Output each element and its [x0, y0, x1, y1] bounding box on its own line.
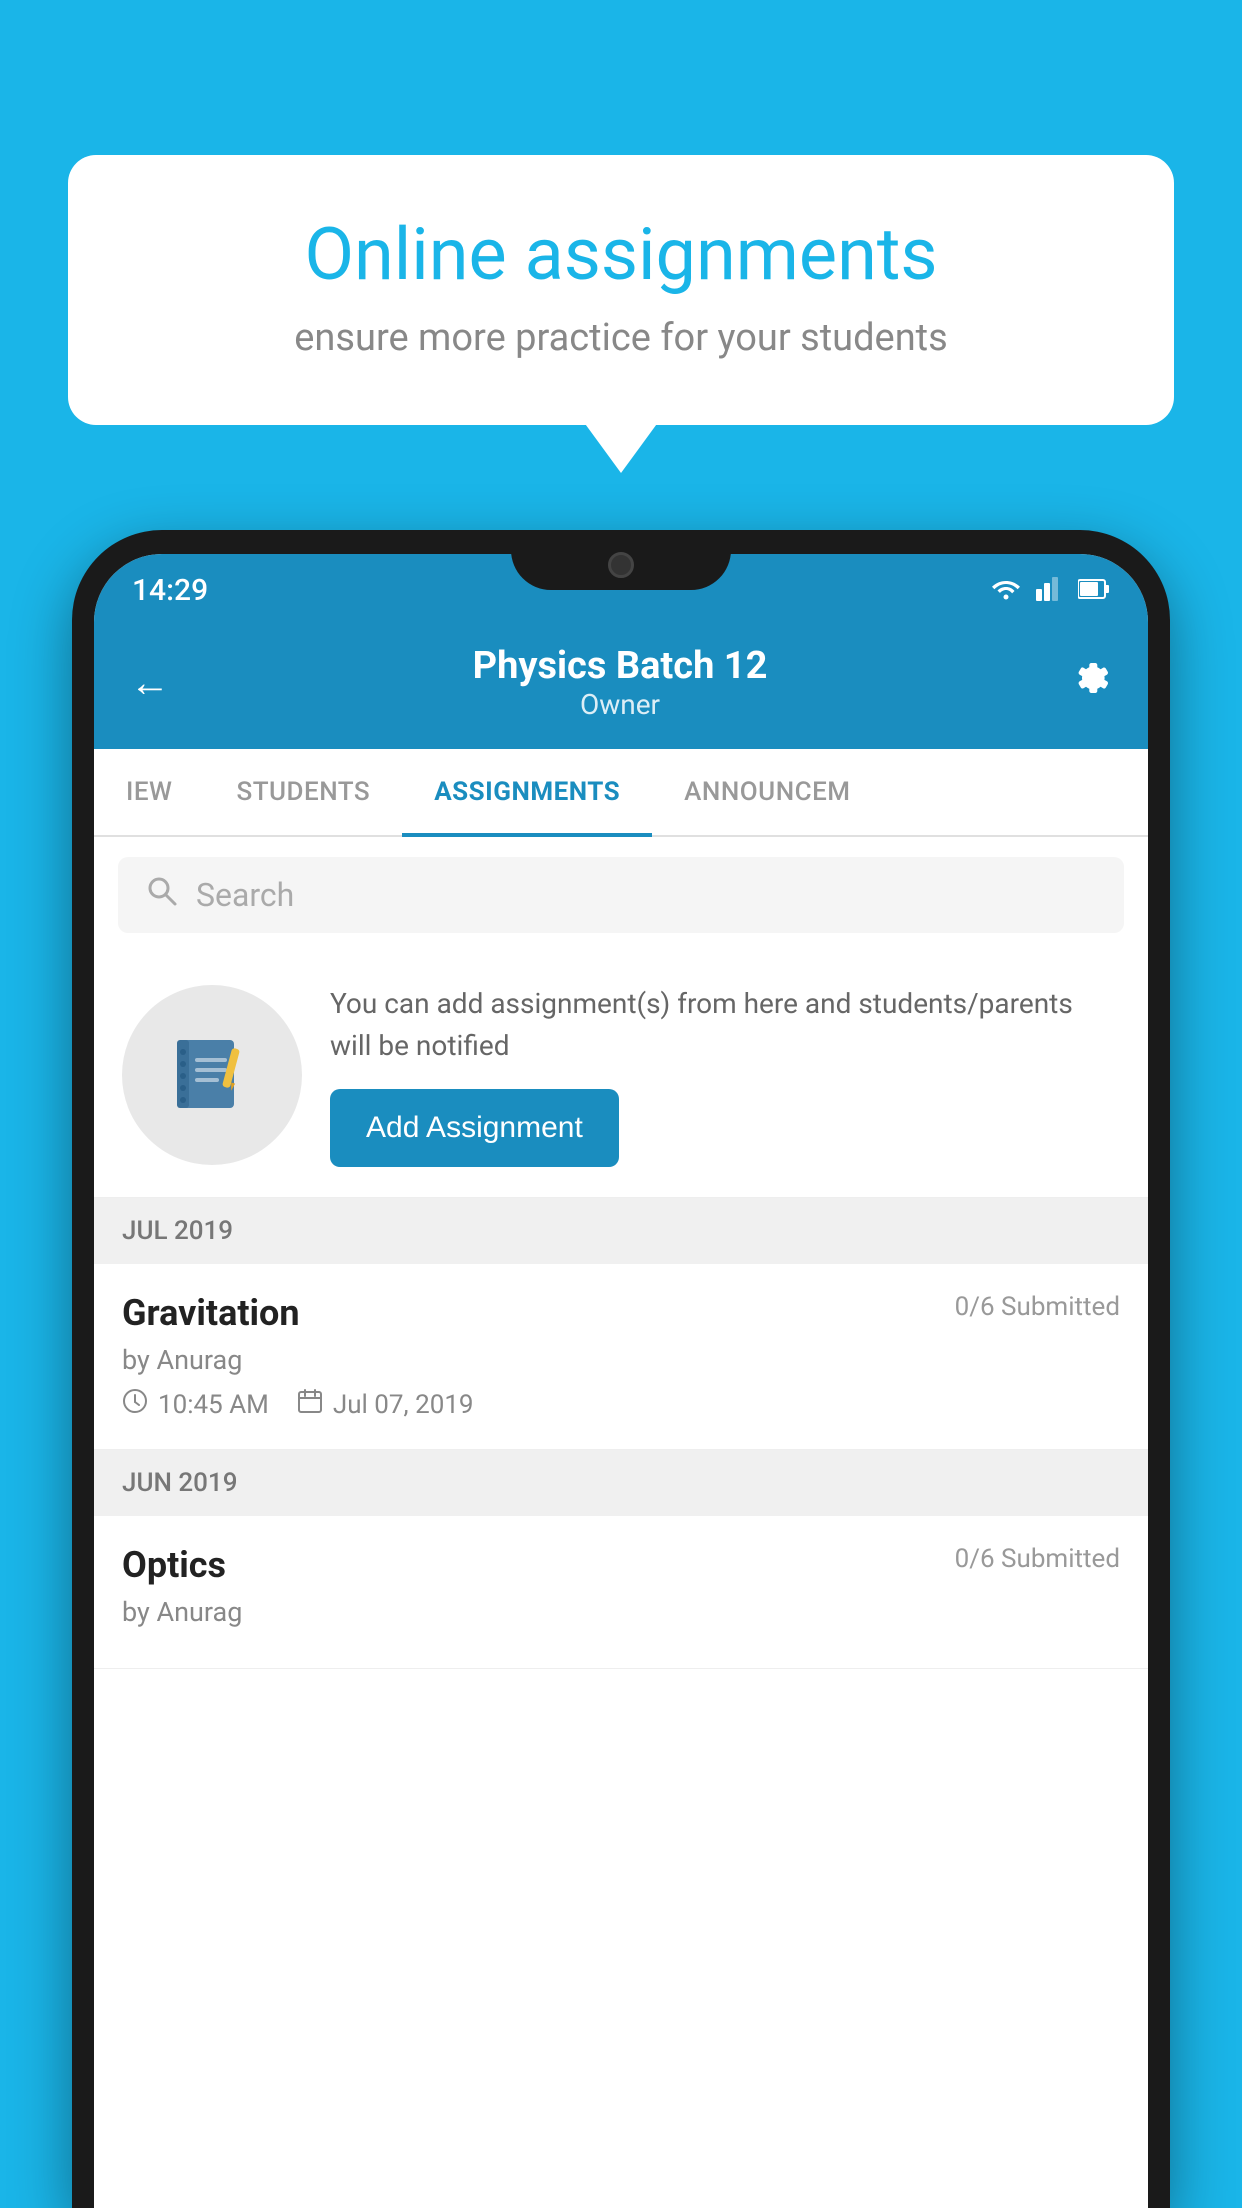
header-title: Physics Batch 12	[473, 644, 768, 688]
search-bar[interactable]: Search	[118, 857, 1124, 933]
settings-button[interactable]	[1070, 657, 1112, 709]
speech-bubble-container: Online assignments ensure more practice …	[68, 155, 1174, 425]
search-container: Search	[94, 837, 1148, 953]
tabs-container: IEW STUDENTS ASSIGNMENTS ANNOUNCEM	[94, 749, 1148, 837]
assignment-submitted-optics: 0/6 Submitted	[955, 1544, 1120, 1574]
month-separator-jul: JUL 2019	[94, 1198, 1148, 1264]
assignment-time-value: 10:45 AM	[158, 1390, 269, 1420]
assignment-title-optics: Optics	[122, 1544, 226, 1586]
speech-bubble-subtitle: ensure more practice for your students	[138, 316, 1104, 360]
assignment-item-gravitation[interactable]: Gravitation 0/6 Submitted by Anurag 10:4…	[94, 1264, 1148, 1450]
assignment-header: Gravitation 0/6 Submitted	[122, 1292, 1120, 1334]
add-assignment-button[interactable]: Add Assignment	[330, 1089, 619, 1167]
phone-device: 14:29	[72, 530, 1170, 2208]
search-icon	[146, 875, 178, 915]
promo-icon-circle	[122, 985, 302, 1165]
assignment-item-optics[interactable]: Optics 0/6 Submitted by Anurag	[94, 1516, 1148, 1669]
promo-content: You can add assignment(s) from here and …	[330, 983, 1120, 1167]
assignment-submitted: 0/6 Submitted	[955, 1292, 1120, 1322]
notebook-icon	[167, 1030, 257, 1120]
tab-students[interactable]: STUDENTS	[204, 749, 402, 835]
header-subtitle: Owner	[473, 688, 768, 721]
clock-icon	[122, 1388, 148, 1421]
phone-notch-area	[72, 530, 1170, 600]
phone-camera	[608, 552, 634, 578]
promo-description: You can add assignment(s) from here and …	[330, 983, 1120, 1067]
assignment-time: 10:45 AM	[122, 1388, 269, 1421]
assignment-by: by Anurag	[122, 1344, 1120, 1376]
assignment-header-optics: Optics 0/6 Submitted	[122, 1544, 1120, 1586]
tab-iew[interactable]: IEW	[94, 749, 204, 835]
phone-screen: 14:29	[94, 554, 1148, 2208]
assignment-title: Gravitation	[122, 1292, 300, 1334]
assignment-date: Jul 07, 2019	[297, 1388, 474, 1421]
tab-assignments[interactable]: ASSIGNMENTS	[402, 749, 652, 835]
tab-announcements[interactable]: ANNOUNCEM	[652, 749, 882, 835]
speech-bubble: Online assignments ensure more practice …	[68, 155, 1174, 425]
back-button[interactable]: ←	[130, 659, 170, 706]
app-header: ← Physics Batch 12 Owner	[94, 626, 1148, 749]
header-center: Physics Batch 12 Owner	[473, 644, 768, 721]
phone-notch	[511, 540, 731, 590]
search-placeholder: Search	[196, 876, 294, 914]
promo-section: You can add assignment(s) from here and …	[94, 953, 1148, 1198]
assignment-date-value: Jul 07, 2019	[333, 1390, 474, 1420]
calendar-icon	[297, 1388, 323, 1421]
speech-bubble-title: Online assignments	[138, 215, 1104, 294]
assignment-meta: 10:45 AM Jul 07, 2019	[122, 1388, 1120, 1421]
month-separator-jun: JUN 2019	[94, 1450, 1148, 1516]
assignment-by-optics: by Anurag	[122, 1596, 1120, 1628]
